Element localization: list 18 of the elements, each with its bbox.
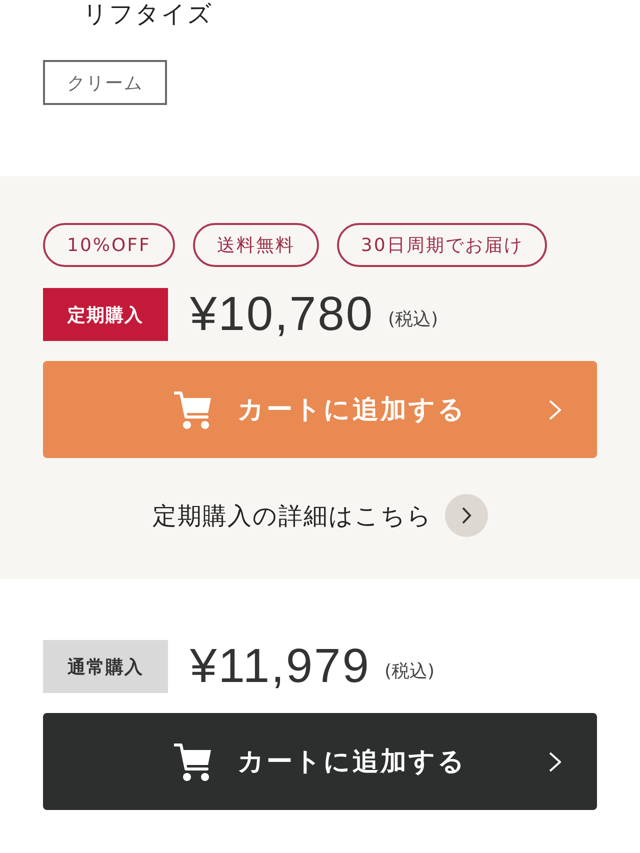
chevron-circle-icon[interactable]: [444, 494, 488, 537]
variant-chip[interactable]: クリーム: [43, 60, 167, 105]
plan-label: 定期購入: [43, 288, 168, 341]
chevron-right-icon: [549, 400, 561, 420]
offer-tag: 30日周期でお届け: [336, 223, 548, 267]
details-link[interactable]: 定期購入の詳細はこちら: [152, 500, 432, 532]
tax-note: (税込): [384, 660, 434, 682]
cart-icon: [174, 390, 212, 430]
add-to-cart-button[interactable]: カートに追加する: [43, 713, 597, 810]
tax-note: (税込): [388, 308, 438, 330]
price: ¥10,780: [190, 290, 374, 338]
price: ¥11,979: [190, 642, 370, 690]
chevron-right-icon: [549, 752, 561, 772]
cart-icon: [174, 742, 212, 782]
offer-tag: 送料無料: [192, 223, 319, 267]
product-name: リフタイズ: [83, 2, 213, 26]
offer-tag: 10%OFF: [43, 223, 175, 267]
plan-label: 通常購入: [43, 640, 168, 693]
